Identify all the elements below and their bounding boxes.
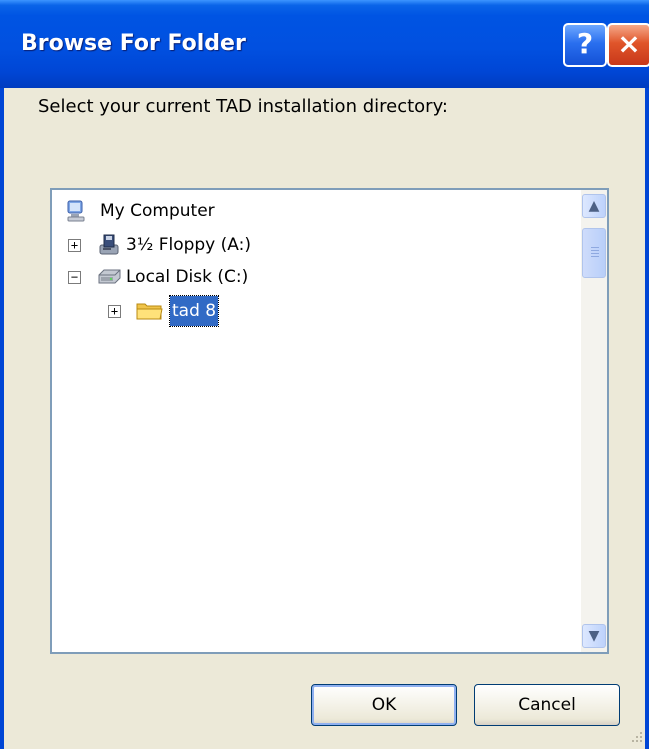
- vertical-scrollbar[interactable]: ▲ ▼: [581, 190, 607, 652]
- ok-button[interactable]: OK: [311, 684, 457, 726]
- dialog-prompt: Select your current TAD installation dir…: [38, 96, 448, 117]
- floppy-drive-icon: [99, 234, 119, 255]
- close-button[interactable]: ×: [607, 23, 649, 67]
- thumb-grip-line: [591, 253, 599, 254]
- folder-tree[interactable]: My Computer + 3½ Floppy (A:) − Local Dis…: [50, 188, 609, 654]
- folder-icon: [136, 303, 163, 320]
- tree-item-label: 3½ Floppy (A:): [126, 235, 251, 255]
- scroll-down-button[interactable]: ▼: [582, 624, 606, 648]
- scroll-up-button[interactable]: ▲: [582, 194, 606, 218]
- resize-grip-icon[interactable]: [629, 729, 643, 743]
- my-computer-icon: [67, 200, 85, 222]
- tree-item-label: My Computer: [100, 201, 215, 221]
- tree-item-floppy[interactable]: + 3½ Floppy (A:): [66, 230, 566, 260]
- hard-disk-icon: [98, 269, 121, 284]
- thumb-grip-line: [591, 247, 599, 248]
- collapse-toggle[interactable]: −: [68, 271, 81, 284]
- scroll-thumb[interactable]: [582, 228, 606, 278]
- window-border-right: [645, 88, 649, 749]
- window-title: Browse For Folder: [21, 31, 246, 56]
- thumb-grip-line: [591, 250, 599, 251]
- title-bar[interactable]: Browse For Folder ? ×: [0, 0, 649, 88]
- help-button[interactable]: ?: [563, 23, 607, 67]
- tree-item-label-selected: tad 8: [168, 295, 220, 327]
- expand-toggle[interactable]: +: [108, 305, 121, 318]
- expand-toggle[interactable]: +: [68, 239, 81, 252]
- window-border-left: [0, 88, 4, 749]
- browse-for-folder-dialog: Browse For Folder ? × Select your curren…: [0, 0, 649, 749]
- tree-item-tad8[interactable]: + tad 8: [106, 295, 506, 327]
- tree-item-label: Local Disk (C:): [126, 267, 249, 287]
- thumb-grip-line: [591, 256, 599, 257]
- tree-item-local-disk[interactable]: − Local Disk (C:): [66, 262, 566, 292]
- tree-item-my-computer[interactable]: My Computer: [66, 196, 566, 226]
- cancel-button[interactable]: Cancel: [474, 684, 620, 726]
